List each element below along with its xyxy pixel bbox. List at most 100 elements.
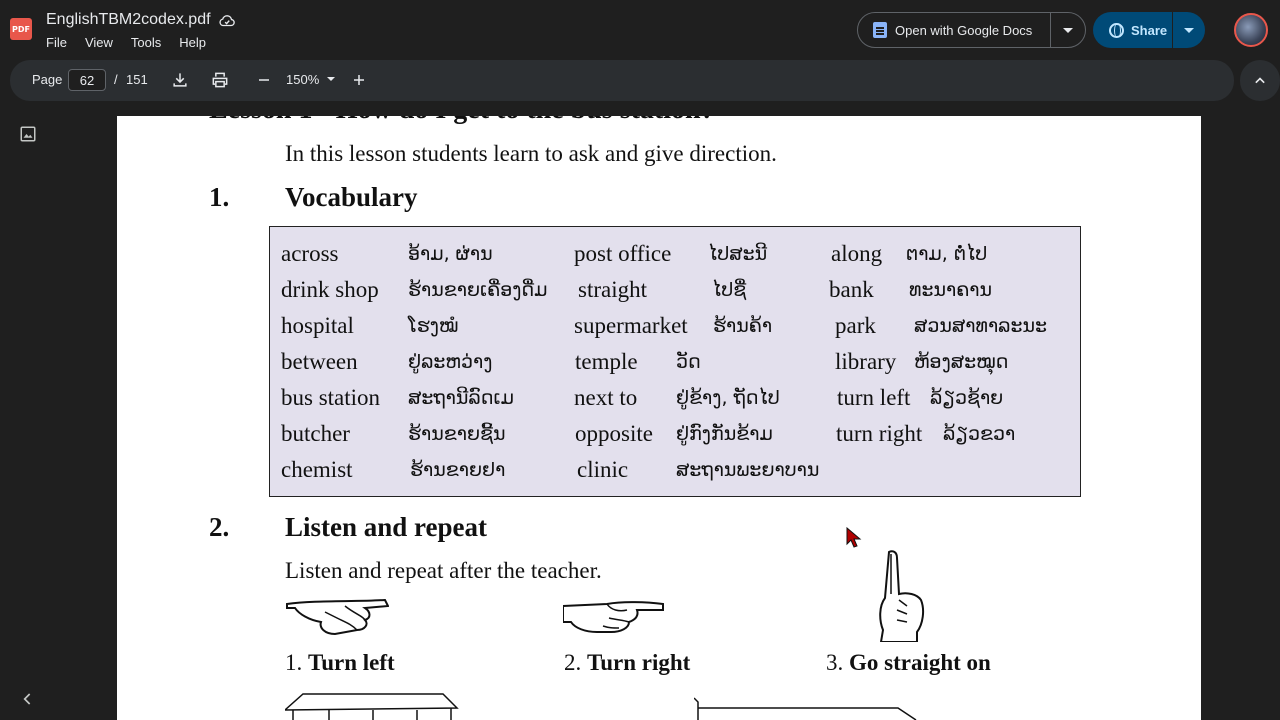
vocab-translation: ລ້ຽວຂວາ — [943, 423, 1016, 445]
vocab-translation: ໄປຊື່ — [712, 279, 747, 301]
menu-bar: File View Tools Help — [46, 35, 206, 50]
menu-file[interactable]: File — [46, 35, 67, 50]
file-title[interactable]: EnglishTBM2codex.pdf — [46, 11, 211, 29]
vocab-translation: ຕາມ, ຕໍ່ໄປ — [906, 243, 988, 265]
download-icon[interactable] — [170, 70, 190, 90]
vocab-word: library — [835, 349, 897, 374]
vocab-translation: ຢູ່ກົງກັນຂ້າມ — [676, 423, 773, 445]
share-control: Share — [1093, 12, 1205, 48]
vocab-translation: ໂຮງໝໍ — [408, 315, 459, 337]
vocab-word: turn left — [837, 385, 911, 410]
open-with-google-docs: Open with Google Docs — [857, 12, 1086, 48]
share-button[interactable]: Share — [1093, 12, 1173, 48]
vocab-row: chemist ຮ້ານຂາຍຢາ clinic ສະຖານພະຍາບານ — [270, 457, 1080, 493]
vocab-word: park — [835, 313, 876, 338]
vocab-translation: ທະນາຄານ — [909, 279, 993, 301]
vocab-translation: ລ້ຽວຊ້າຍ — [930, 387, 1004, 409]
mouse-cursor-icon — [846, 527, 862, 548]
chevron-left-icon[interactable] — [18, 689, 38, 709]
listen-instruction: Listen and repeat after the teacher. — [285, 558, 602, 583]
vocab-translation: ສະຖານພະຍາບານ — [676, 459, 820, 481]
pdf-file-icon: PDF — [10, 18, 32, 40]
pointing-left-hand-icon — [286, 598, 389, 636]
intro-text: In this lesson students learn to ask and… — [285, 141, 777, 166]
page-separator: / — [114, 72, 118, 87]
caption-go-straight: 3. Go straight on — [826, 650, 991, 676]
share-dropdown-button[interactable] — [1173, 12, 1205, 48]
chevron-up-icon — [1255, 76, 1265, 83]
vocab-translation: ໄປສະນີ — [708, 243, 768, 265]
vocab-translation: ຮ້ານຂາຍເຄື່ອງດື່ມ — [408, 279, 548, 301]
section-1-number: 1. — [209, 182, 230, 212]
vocab-word: bus station — [281, 385, 381, 410]
caption-turn-left: 1. Turn left — [285, 650, 395, 676]
vocab-word: bank — [829, 277, 874, 302]
open-with-dropdown-button[interactable] — [1051, 13, 1085, 47]
vocab-word: chemist — [281, 457, 353, 482]
menu-tools[interactable]: Tools — [131, 35, 161, 50]
vocab-word: along — [831, 241, 883, 266]
pdf-viewer: PDF EnglishTBM2codex.pdf File View Tools… — [0, 0, 1280, 720]
top-bar: PDF EnglishTBM2codex.pdf File View Tools… — [0, 0, 1280, 60]
vocab-row: drink shop ຮ້ານຂາຍເຄື່ອງດື່ມ straight ໄປ… — [270, 277, 1080, 313]
share-label: Share — [1131, 22, 1168, 38]
image-icon[interactable] — [19, 125, 37, 143]
vocab-word: next to — [574, 385, 638, 410]
caption-number: 3. — [826, 650, 844, 675]
menu-help[interactable]: Help — [179, 35, 206, 50]
caret-down-icon — [1184, 27, 1194, 33]
vocab-word: between — [281, 349, 358, 374]
zoom-caret-down-icon[interactable] — [327, 77, 335, 81]
vocab-row: across ອ້າມ, ຜ່ານ post office ໄປສະນີ alo… — [270, 241, 1080, 277]
vocab-word: temple — [575, 349, 638, 374]
vocab-translation: ສວນສາທາລະນະ — [914, 315, 1048, 337]
vocab-translation: ຮ້ານຂາຍຊີ້ນ — [408, 423, 506, 445]
cloud-sync-icon[interactable] — [218, 12, 236, 30]
vocab-word: turn right — [836, 421, 923, 446]
vocab-word: post office — [574, 241, 672, 266]
vocab-row: bus station ສະຖານີລົດເມ next to ຢູ່ຂ້າງ,… — [270, 385, 1080, 421]
caption-number: 1. — [285, 650, 303, 675]
minus-icon[interactable] — [254, 70, 274, 90]
vocab-translation: ຫ້ອງສະໝຸດ — [914, 351, 1009, 373]
vocab-translation: ອ້າມ, ຜ່ານ — [408, 243, 493, 265]
caption-text: Go straight on — [849, 650, 991, 675]
lesson-title: Lesson 1 - How do I get to the bus stati… — [209, 116, 715, 126]
vocab-word: across — [281, 241, 339, 266]
vocab-translation: ສະຖານີລົດເມ — [408, 387, 514, 409]
vocab-row: between ຢູ່ລະຫວ່າງ temple ວັດ library ຫ້… — [270, 349, 1080, 385]
plus-icon[interactable] — [349, 70, 369, 90]
vocab-translation: ຢູ່ລະຫວ່າງ — [408, 351, 493, 373]
vocab-word: straight — [578, 277, 647, 302]
caret-down-icon — [1063, 27, 1073, 33]
print-icon[interactable] — [210, 70, 230, 90]
zoom-level[interactable]: 150% — [286, 72, 319, 87]
vocab-translation: ຮ້ານຂາຍຢາ — [410, 459, 506, 481]
menu-view[interactable]: View — [85, 35, 113, 50]
caption-text: Turn right — [587, 650, 691, 675]
caption-text: Turn left — [308, 650, 395, 675]
vocab-word: drink shop — [281, 277, 379, 302]
section-2-number: 2. — [209, 512, 230, 542]
page-label: Page — [32, 72, 63, 87]
vocab-row: butcher ຮ້ານຂາຍຊີ້ນ opposite ຢູ່ກົງກັນຂ້… — [270, 421, 1080, 457]
pointing-up-hand-icon — [879, 550, 925, 642]
pdf-page: Lesson 1 - How do I get to the bus stati… — [117, 116, 1201, 720]
google-docs-icon — [873, 22, 887, 38]
open-with-google-docs-button[interactable]: Open with Google Docs — [858, 13, 1051, 47]
vocab-row: hospital ໂຮງໝໍ supermarket ຮ້ານຄ້າ park … — [270, 313, 1080, 349]
collapse-toolbar-button[interactable] — [1240, 60, 1280, 101]
building-illustration — [694, 697, 917, 720]
avatar[interactable] — [1234, 13, 1268, 47]
vocab-translation: ວັດ — [676, 351, 701, 373]
section-2-title: Listen and repeat — [285, 512, 488, 542]
vocabulary-table: across ອ້າມ, ຜ່ານ post office ໄປສະນີ alo… — [269, 226, 1081, 497]
globe-icon — [1109, 22, 1124, 38]
pdf-toolbar: Page / 151 150% — [10, 60, 1234, 101]
page-number-input[interactable] — [68, 69, 106, 91]
caption-turn-right: 2. Turn right — [564, 650, 690, 676]
building-illustration — [285, 693, 459, 720]
vocab-word: supermarket — [574, 313, 688, 338]
pointing-right-hand-icon — [563, 601, 664, 633]
vocab-word: hospital — [281, 313, 354, 338]
